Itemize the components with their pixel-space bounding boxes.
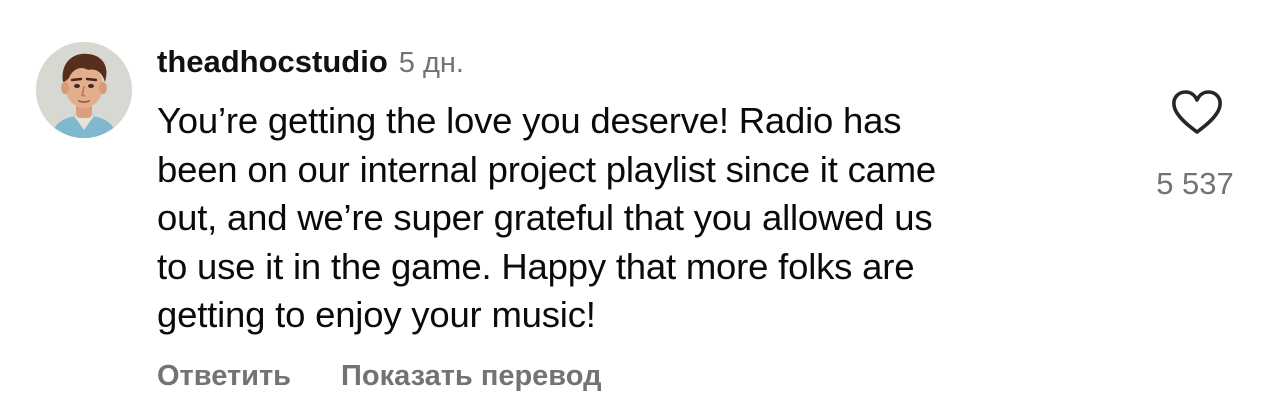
comment-text: You’re getting the love you deserve! Rad…	[157, 97, 1127, 340]
like-button[interactable]	[1170, 88, 1224, 136]
comment-text-line: out, and we’re super grateful that you a…	[157, 197, 933, 239]
comment-item: theadhocstudio 5 дн. You’re getting the …	[0, 0, 1280, 413]
show-translation-button[interactable]: Показать перевод	[341, 360, 601, 393]
username-link[interactable]: theadhocstudio	[157, 44, 388, 80]
comment-text-line: to use it in the game. Happy that more f…	[157, 245, 915, 287]
comment-text-line: getting to enjoy your music!	[157, 294, 596, 336]
comment-text-line: You’re getting the love you deserve! Rad…	[157, 100, 902, 141]
comment-timestamp: 5 дн.	[398, 47, 464, 79]
like-count: 5 537	[1156, 166, 1234, 201]
avatar-illustration	[36, 42, 132, 138]
heart-outline-icon	[1172, 90, 1222, 134]
comment-header: theadhocstudio 5 дн.	[157, 44, 464, 84]
comment-text-line: been on our internal project playlist si…	[157, 148, 937, 190]
avatar[interactable]	[36, 42, 132, 138]
comment-actions: Ответить Показать перевод	[157, 360, 602, 393]
reply-button[interactable]: Ответить	[157, 360, 291, 393]
